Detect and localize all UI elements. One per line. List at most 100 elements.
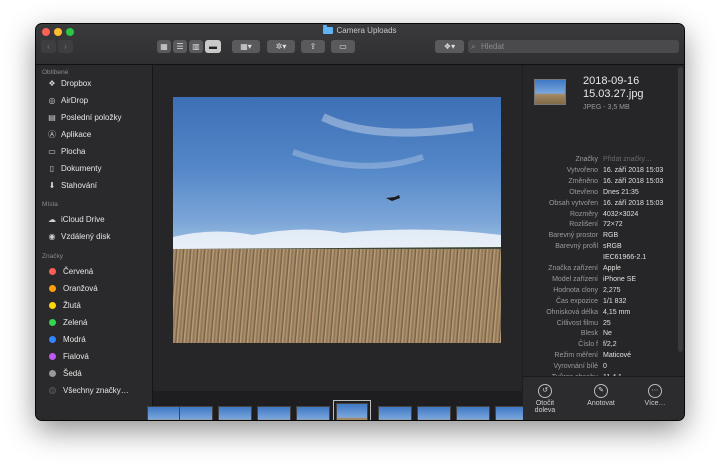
metadata-row: Barevný prostor RGB bbox=[523, 231, 684, 241]
metadata-value: 4032×3024 bbox=[603, 210, 639, 218]
metadata-value: 0 bbox=[603, 363, 607, 371]
metadata-value: iPhone SE bbox=[603, 275, 637, 283]
add-tags-field[interactable]: Přidat značky… bbox=[603, 155, 652, 165]
preview-image[interactable] bbox=[173, 97, 501, 343]
desktop-icon: ▭ bbox=[48, 147, 56, 156]
places-heading: Místa bbox=[42, 201, 58, 208]
metadata-label: Režim měření bbox=[554, 352, 598, 360]
orange-tag-dot-icon bbox=[49, 285, 56, 292]
metadata-label: Barevný profil bbox=[555, 243, 598, 251]
metadata-label: Barevný prostor bbox=[548, 232, 598, 240]
red-tag-dot-icon bbox=[49, 268, 56, 275]
more-button[interactable]: ⋯ Více… bbox=[635, 384, 675, 407]
blue-tag-dot-icon bbox=[49, 336, 56, 343]
sidebar-item-desktop[interactable]: ▭ Plocha bbox=[47, 145, 85, 159]
metadata-value: Ne bbox=[603, 330, 612, 338]
dropbox-menu-button[interactable]: ❖▾ bbox=[435, 40, 464, 53]
sidebar-tag-green[interactable]: Zelená bbox=[47, 316, 87, 330]
filmstrip-thumb-selected[interactable] bbox=[333, 400, 371, 420]
metadata-label: Vytvořeno bbox=[566, 166, 598, 174]
forward-button[interactable]: › bbox=[58, 40, 73, 53]
purple-tag-dot-icon bbox=[49, 353, 56, 360]
metadata-value: 72×72 bbox=[603, 221, 623, 229]
finder-window: Camera Uploads ‹ › ▦ ☰ ▥ ▬ ▦▾ ✲▾ ⇪ ▭ ❖▾ … bbox=[36, 24, 684, 420]
filmstrip-thumb[interactable] bbox=[378, 406, 412, 420]
airdrop-icon: ◎ bbox=[48, 96, 56, 105]
filmstrip-thumb[interactable] bbox=[218, 406, 252, 420]
metadata-row: Ohnisková délka 4,15 mm bbox=[523, 308, 684, 318]
yellow-tag-dot-icon bbox=[49, 302, 56, 309]
search-input[interactable]: ⌕ Hledat bbox=[468, 40, 679, 53]
metadata-value: 16. září 2018 15:03 bbox=[603, 166, 664, 174]
green-tag-dot-icon bbox=[49, 319, 56, 326]
metadata-row: Barevný profil sRGB bbox=[523, 242, 684, 252]
metadata-row: Značka zařízení Apple bbox=[523, 264, 684, 274]
tags-heading: Značky bbox=[42, 253, 63, 260]
sidebar-tag-blue[interactable]: Modrá bbox=[47, 333, 86, 347]
group-by-button[interactable]: ▦▾ bbox=[232, 40, 260, 53]
metadata-row: Vyrovnání bílé 0 bbox=[523, 362, 684, 372]
metadata-value: IEC61966-2.1 bbox=[603, 254, 647, 262]
metadata-label: Rozměry bbox=[569, 210, 598, 218]
rotate-left-button[interactable]: ↺ Otočit doleva bbox=[525, 384, 565, 414]
metadata-label: Citlivost filmu bbox=[556, 319, 598, 327]
sidebar-item-downloads[interactable]: ⬇ Stahování bbox=[47, 179, 97, 193]
cloud-icon: ☁ bbox=[48, 215, 56, 224]
metadata-value: f/2,2 bbox=[603, 341, 617, 349]
back-button[interactable]: ‹ bbox=[41, 40, 56, 53]
window-title: Camera Uploads bbox=[36, 25, 684, 37]
more-icon: ⋯ bbox=[648, 384, 662, 398]
metadata-row: Vytvořeno 16. září 2018 15:03 bbox=[523, 166, 684, 176]
metadata-row: Otevřeno Dnes 21:35 bbox=[523, 188, 684, 198]
view-icons-button[interactable]: ▦ bbox=[157, 40, 171, 53]
metadata-row: Blesk Ne bbox=[523, 329, 684, 339]
sidebar-tag-red[interactable]: Červená bbox=[47, 265, 93, 279]
metadata-value: Dnes 21:35 bbox=[603, 188, 639, 196]
metadata-label: Hodnota clony bbox=[553, 286, 598, 294]
sidebar-item-documents[interactable]: ▯ Dokumenty bbox=[47, 162, 102, 176]
filmstrip-thumb[interactable] bbox=[179, 406, 213, 420]
dropbox-icon: ❖ bbox=[48, 79, 56, 88]
sidebar-tag-orange[interactable]: Oranžová bbox=[47, 282, 98, 296]
sidebar-item-airdrop[interactable]: ◎ AirDrop bbox=[47, 94, 89, 108]
sidebar-tag-yellow[interactable]: Žlutá bbox=[47, 299, 81, 313]
view-gallery-button[interactable]: ▬ bbox=[205, 40, 221, 53]
filmstrip-thumb[interactable] bbox=[456, 406, 490, 420]
sidebar-item-recents[interactable]: ▤ Poslední položky bbox=[47, 111, 121, 125]
documents-icon: ▯ bbox=[49, 164, 55, 173]
sidebar-item-icloud-drive[interactable]: ☁ iCloud Drive bbox=[47, 213, 105, 227]
filmstrip-thumb[interactable] bbox=[257, 406, 291, 420]
gray-tag-dot-icon bbox=[49, 370, 56, 377]
sidebar-item-remote-disc[interactable]: ◉ Vzdálený disk bbox=[47, 230, 111, 244]
markup-button[interactable]: ✎ Anotovat bbox=[581, 384, 621, 407]
metadata-label: Ohnisková délka bbox=[546, 308, 598, 316]
metadata-value: 4,15 mm bbox=[603, 308, 631, 316]
metadata-row: Citlivost filmu 25 bbox=[523, 319, 684, 329]
view-columns-button[interactable]: ▥ bbox=[189, 40, 203, 53]
filmstrip-thumb[interactable] bbox=[417, 406, 451, 420]
action-menu-button[interactable]: ✲▾ bbox=[267, 40, 295, 53]
sidebar-all-tags[interactable]: Všechny značky… bbox=[47, 384, 129, 398]
metadata-row: Model zařízení iPhone SE bbox=[523, 275, 684, 285]
metadata-row: Obsah vytvořen 16. září 2018 15:03 bbox=[523, 199, 684, 209]
view-list-button[interactable]: ☰ bbox=[173, 40, 187, 53]
sidebar-tag-purple[interactable]: Fialová bbox=[47, 350, 89, 364]
tags-button[interactable]: ▭ bbox=[331, 40, 355, 53]
filmstrip-thumb[interactable] bbox=[147, 406, 181, 420]
markup-icon: ✎ bbox=[594, 384, 608, 398]
metadata-label: Obsah vytvořen bbox=[548, 199, 598, 207]
metadata-row: IEC61966-2.1 bbox=[523, 253, 684, 263]
info-panel: 2018-09-16 15.03.27.jpg JPEG - 3,5 MB Zn… bbox=[523, 65, 684, 420]
search-placeholder: Hledat bbox=[481, 42, 505, 51]
metadata-row: Značky Přidat značky… bbox=[523, 155, 684, 165]
metadata-value: 16. září 2018 15:03 bbox=[603, 177, 664, 185]
share-button[interactable]: ⇪ bbox=[301, 40, 325, 53]
sidebar-tag-gray[interactable]: Šedá bbox=[47, 367, 82, 381]
sidebar-item-applications[interactable]: Ⓐ Aplikace bbox=[47, 128, 91, 142]
sidebar-item-dropbox[interactable]: ❖ Dropbox bbox=[47, 77, 91, 91]
titlebar: Camera Uploads ‹ › ▦ ☰ ▥ ▬ ▦▾ ✲▾ ⇪ ▭ ❖▾ … bbox=[36, 24, 684, 65]
metadata-value: 1/1 832 bbox=[603, 297, 627, 305]
filmstrip-thumb[interactable] bbox=[296, 406, 330, 420]
metadata-value: Apple bbox=[603, 265, 621, 272]
all-tags-icon bbox=[49, 387, 56, 394]
